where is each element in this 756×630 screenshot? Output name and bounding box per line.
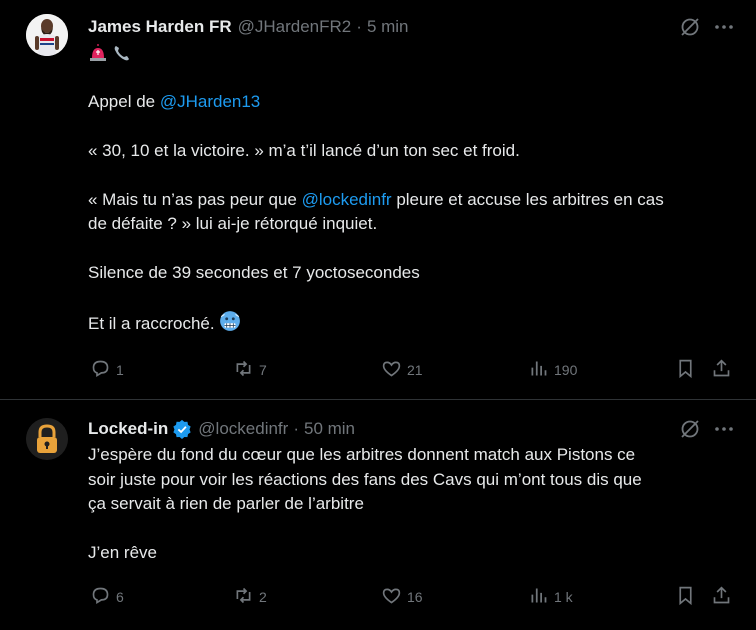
text-paragraph: soir juste pour voir les réactions des f… xyxy=(88,469,642,489)
text-segment: Et il a raccroché. xyxy=(88,314,220,333)
text-paragraph: de défaite ? » lui ai-je rétorqué inquie… xyxy=(88,214,378,233)
text-paragraph: Appel de @JHarden13 xyxy=(88,90,743,115)
like-count: 16 xyxy=(407,589,423,605)
more-icon[interactable] xyxy=(713,16,735,38)
bookmark-button[interactable] xyxy=(675,359,696,381)
timestamp[interactable]: 5 min xyxy=(367,17,409,37)
reply-count: 1 xyxy=(116,362,124,378)
text-paragraph: Et il a raccroché. xyxy=(88,310,743,337)
tweet[interactable]: James Harden FR @JHardenFR2 · 5 min Appe… xyxy=(0,0,756,399)
share-icon xyxy=(711,358,732,382)
views-button[interactable]: 190 xyxy=(528,359,577,381)
like-icon xyxy=(381,585,402,609)
separator-dot: · xyxy=(293,419,299,438)
like-button[interactable]: 21 xyxy=(381,359,423,381)
repost-icon xyxy=(233,358,254,382)
tweet[interactable]: Locked-in @lockedinfr · 50 min J’espère … xyxy=(0,399,756,630)
views-icon xyxy=(528,358,549,382)
tweet-header: Locked-in @lockedinfr · 50 min xyxy=(88,418,355,440)
text-segment: Appel de xyxy=(88,91,160,111)
view-count: 1 k xyxy=(554,589,573,605)
avatar[interactable] xyxy=(26,14,68,56)
repost-button[interactable]: 2 xyxy=(233,586,267,608)
views-icon xyxy=(528,585,549,609)
siren-emoji xyxy=(88,43,108,63)
text-paragraph: J’espère du fond du cœur que les arbitre… xyxy=(88,445,636,464)
bookmark-icon xyxy=(675,585,696,609)
view-count: 190 xyxy=(554,362,578,378)
text-segment: pleure et accuse les arbitres en cas xyxy=(391,189,664,209)
action-bar: 1 7 21 190 xyxy=(88,359,748,381)
like-count: 21 xyxy=(407,362,423,378)
grok-icon[interactable] xyxy=(679,16,701,38)
reply-icon xyxy=(90,585,111,609)
verified-badge-icon xyxy=(172,419,192,439)
bookmark-icon xyxy=(675,358,696,382)
tweet-header: James Harden FR @JHardenFR2 · 5 min xyxy=(88,16,409,38)
text-segment: « Mais tu n’as pas peur que xyxy=(88,189,302,209)
repost-count: 2 xyxy=(259,589,267,605)
emoji-line xyxy=(88,41,743,65)
timestamp[interactable]: 50 min xyxy=(304,419,355,439)
share-button[interactable] xyxy=(711,586,732,608)
like-button[interactable]: 16 xyxy=(381,586,423,608)
text-paragraph: ça servait à rien de parler de l’arbitre xyxy=(88,494,364,513)
reply-button[interactable]: 6 xyxy=(90,586,124,608)
telephone-emoji xyxy=(112,43,132,63)
text-paragraph: J’en rêve xyxy=(88,543,157,562)
repost-icon xyxy=(233,585,254,609)
like-icon xyxy=(381,358,402,382)
tweet-text: J’espère du fond du cœur que les arbitre… xyxy=(88,443,743,566)
separator-dot: · xyxy=(356,17,362,36)
repost-button[interactable]: 7 xyxy=(233,359,267,381)
views-button[interactable]: 1 k xyxy=(528,586,573,608)
grok-icon[interactable] xyxy=(679,418,701,440)
tweet-text: Appel de @JHarden13 « 30, 10 et la victo… xyxy=(88,41,743,337)
user-handle[interactable]: @JHardenFR2 xyxy=(238,17,352,37)
repost-count: 7 xyxy=(259,362,267,378)
share-button[interactable] xyxy=(711,359,732,381)
reply-button[interactable]: 1 xyxy=(90,359,124,381)
more-icon[interactable] xyxy=(713,418,735,440)
share-icon xyxy=(711,585,732,609)
reply-count: 6 xyxy=(116,589,124,605)
text-paragraph: « Mais tu n’as pas peur que @lockedinfr … xyxy=(88,188,743,213)
avatar[interactable] xyxy=(26,418,68,460)
cold-face-emoji xyxy=(219,310,241,331)
mention-link[interactable]: @JHarden13 xyxy=(160,92,260,111)
display-name[interactable]: Locked-in xyxy=(88,419,168,439)
action-bar: 6 2 16 1 k xyxy=(88,586,748,608)
mention-link[interactable]: @lockedinfr xyxy=(302,190,392,209)
user-handle[interactable]: @lockedinfr xyxy=(198,419,288,439)
text-paragraph: « 30, 10 et la victoire. » m’a t’il lanc… xyxy=(88,140,520,160)
reply-icon xyxy=(90,358,111,382)
display-name[interactable]: James Harden FR xyxy=(88,17,232,37)
bookmark-button[interactable] xyxy=(675,586,696,608)
text-paragraph: Silence de 39 secondes et 7 yoctoseconde… xyxy=(88,263,420,282)
